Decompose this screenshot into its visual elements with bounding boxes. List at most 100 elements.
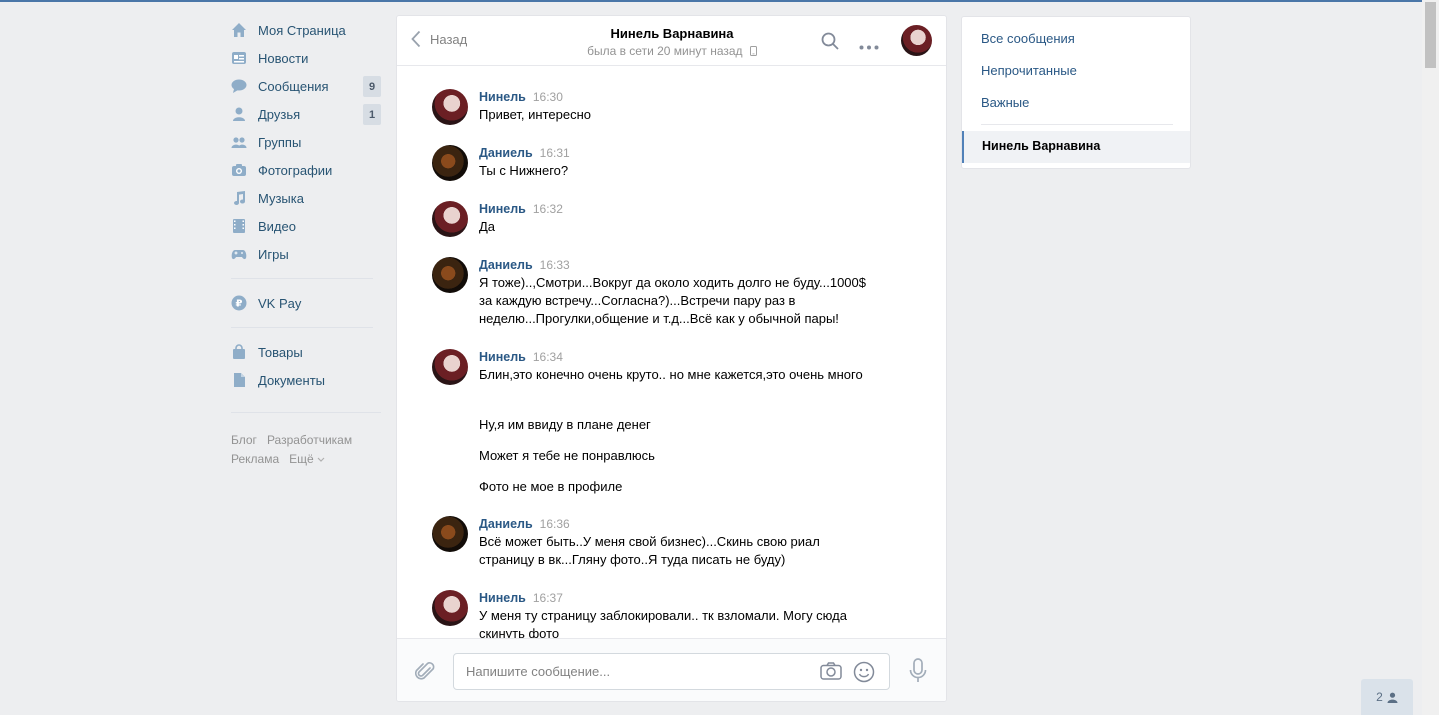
- search-icon[interactable]: [821, 32, 839, 53]
- avatar[interactable]: [432, 201, 468, 237]
- message-time: 16:33: [539, 258, 570, 272]
- avatar[interactable]: [432, 349, 468, 385]
- footer-more-label: Ещё: [289, 452, 314, 466]
- nav-label: Игры: [258, 246, 289, 262]
- footer-link-ads[interactable]: Реклама: [231, 452, 279, 466]
- message-author[interactable]: Даниель: [479, 517, 533, 531]
- mobile-icon: [749, 46, 757, 56]
- nav-item-photos[interactable]: Фотографии: [229, 156, 381, 184]
- avatar[interactable]: [432, 257, 468, 293]
- docs-icon: [231, 372, 247, 388]
- nav-label: Фотографии: [258, 162, 333, 178]
- message-time: 16:32: [532, 202, 563, 216]
- message-author[interactable]: Нинель: [479, 350, 526, 364]
- footer-links: Блог Разработчикам Реклама Ещё: [229, 431, 381, 469]
- avatar[interactable]: [432, 145, 468, 181]
- back-button[interactable]: Назад: [411, 30, 467, 48]
- message-author[interactable]: Нинель: [479, 591, 526, 605]
- peer-avatar[interactable]: [901, 25, 932, 56]
- message-input[interactable]: [454, 654, 794, 689]
- chat-header: Назад Нинель Варнавина была в сети 20 ми…: [397, 16, 946, 66]
- nav-item-music[interactable]: Музыка: [229, 184, 381, 212]
- nav-label: Товары: [258, 344, 303, 360]
- footer-link-developers[interactable]: Разработчикам: [267, 433, 352, 447]
- left-navigation: Моя Страница Новости Сообщения 9 Друзья …: [229, 16, 381, 469]
- nav-item-messages[interactable]: Сообщения 9: [229, 72, 381, 100]
- microphone-icon[interactable]: [909, 658, 927, 687]
- message-text: Ну,я им ввиду в плане денег: [479, 417, 651, 432]
- more-options-icon[interactable]: [859, 38, 879, 53]
- chevron-left-icon: [411, 30, 421, 48]
- nav-label: Сообщения: [258, 78, 329, 94]
- peer-info[interactable]: Нинель Варнавина была в сети 20 минут на…: [547, 26, 797, 58]
- footer-link-blog[interactable]: Блог: [231, 433, 257, 447]
- message-filters-panel: Все сообщения Непрочитанные Важные Нинел…: [961, 16, 1191, 169]
- avatar[interactable]: [432, 89, 468, 125]
- nav-separator: [231, 278, 373, 279]
- message-author[interactable]: Даниель: [479, 146, 533, 160]
- photos-icon: [231, 162, 247, 178]
- message-text: Я тоже)..,Смотри...Вокруг да около ходит…: [479, 275, 866, 326]
- user-icon: [1387, 692, 1398, 703]
- footer-link-more[interactable]: Ещё: [289, 452, 325, 466]
- message-text: Блин,это конечно очень круто.. но мне ка…: [479, 367, 863, 382]
- emoji-icon[interactable]: [853, 661, 875, 686]
- nav-label: Видео: [258, 218, 296, 234]
- message-input-box: [453, 653, 890, 690]
- nav-label: VK Pay: [258, 295, 302, 311]
- avatar[interactable]: [432, 590, 468, 626]
- message-time: 16:31: [539, 146, 570, 160]
- nav-item-my-page[interactable]: Моя Страница: [229, 16, 381, 44]
- nav-label: Документы: [258, 372, 326, 388]
- nav-label: Группы: [258, 134, 302, 150]
- friends-icon: [231, 106, 247, 122]
- page-scrollbar-thumb[interactable]: [1425, 2, 1436, 68]
- nav-label: Музыка: [258, 190, 304, 206]
- peer-status: была в сети 20 минут назад: [547, 44, 797, 58]
- filters-separator: [981, 124, 1173, 125]
- message-time: 16:30: [532, 90, 563, 104]
- message-author[interactable]: Даниель: [479, 258, 533, 272]
- message-composer: [397, 638, 946, 701]
- avatar[interactable]: [432, 516, 468, 552]
- message-text: Фото не мое в профиле: [479, 479, 623, 494]
- nav-item-games[interactable]: Игры: [229, 240, 381, 268]
- svg-text:₽: ₽: [236, 299, 243, 310]
- message-author[interactable]: Нинель: [479, 90, 526, 104]
- message-text: Привет, интересно: [479, 107, 591, 122]
- nav-item-news[interactable]: Новости: [229, 44, 381, 72]
- nav-label: Друзья: [258, 106, 301, 122]
- music-icon: [231, 190, 247, 206]
- message-time: 16:34: [532, 350, 563, 364]
- market-icon: [231, 344, 247, 360]
- message-author[interactable]: Нинель: [479, 202, 526, 216]
- friends-count-badge: 1: [363, 104, 381, 125]
- chat-panel: Назад Нинель Варнавина была в сети 20 ми…: [396, 15, 947, 702]
- message-text: Может я тебе не понравлюсь: [479, 448, 655, 463]
- chevron-down-icon: [317, 457, 325, 462]
- camera-icon[interactable]: [820, 662, 842, 683]
- friends-online-button[interactable]: 2: [1361, 679, 1413, 715]
- nav-item-video[interactable]: Видео: [229, 212, 381, 240]
- nav-item-friends[interactable]: Друзья 1: [229, 100, 381, 128]
- active-conversation-item[interactable]: Нинель Варнавина: [962, 131, 1190, 163]
- message-text: Всё может быть..У меня свой бизнес)...Ск…: [479, 534, 820, 567]
- peer-name: Нинель Варнавина: [610, 26, 734, 41]
- groups-icon: [231, 134, 247, 150]
- paperclip-icon[interactable]: [414, 659, 435, 686]
- nav-item-market[interactable]: Товары: [229, 338, 381, 366]
- page-scrollbar-track[interactable]: [1422, 0, 1439, 715]
- nav-label: Новости: [258, 50, 309, 66]
- messages-count-badge: 9: [363, 76, 381, 97]
- active-conversation-label: Нинель Варнавина: [982, 139, 1101, 153]
- filter-unread[interactable]: Непрочитанные: [981, 63, 1077, 78]
- filter-important[interactable]: Важные: [981, 95, 1029, 110]
- friends-online-count: 2: [1376, 690, 1383, 704]
- news-icon: [231, 50, 247, 66]
- vkpay-icon: ₽: [231, 295, 247, 311]
- nav-item-groups[interactable]: Группы: [229, 128, 381, 156]
- nav-item-documents[interactable]: Документы: [229, 366, 381, 394]
- filter-all-messages[interactable]: Все сообщения: [981, 31, 1075, 46]
- peer-status-text: была в сети 20 минут назад: [587, 44, 743, 58]
- nav-item-vkpay[interactable]: ₽ VK Pay: [229, 289, 381, 317]
